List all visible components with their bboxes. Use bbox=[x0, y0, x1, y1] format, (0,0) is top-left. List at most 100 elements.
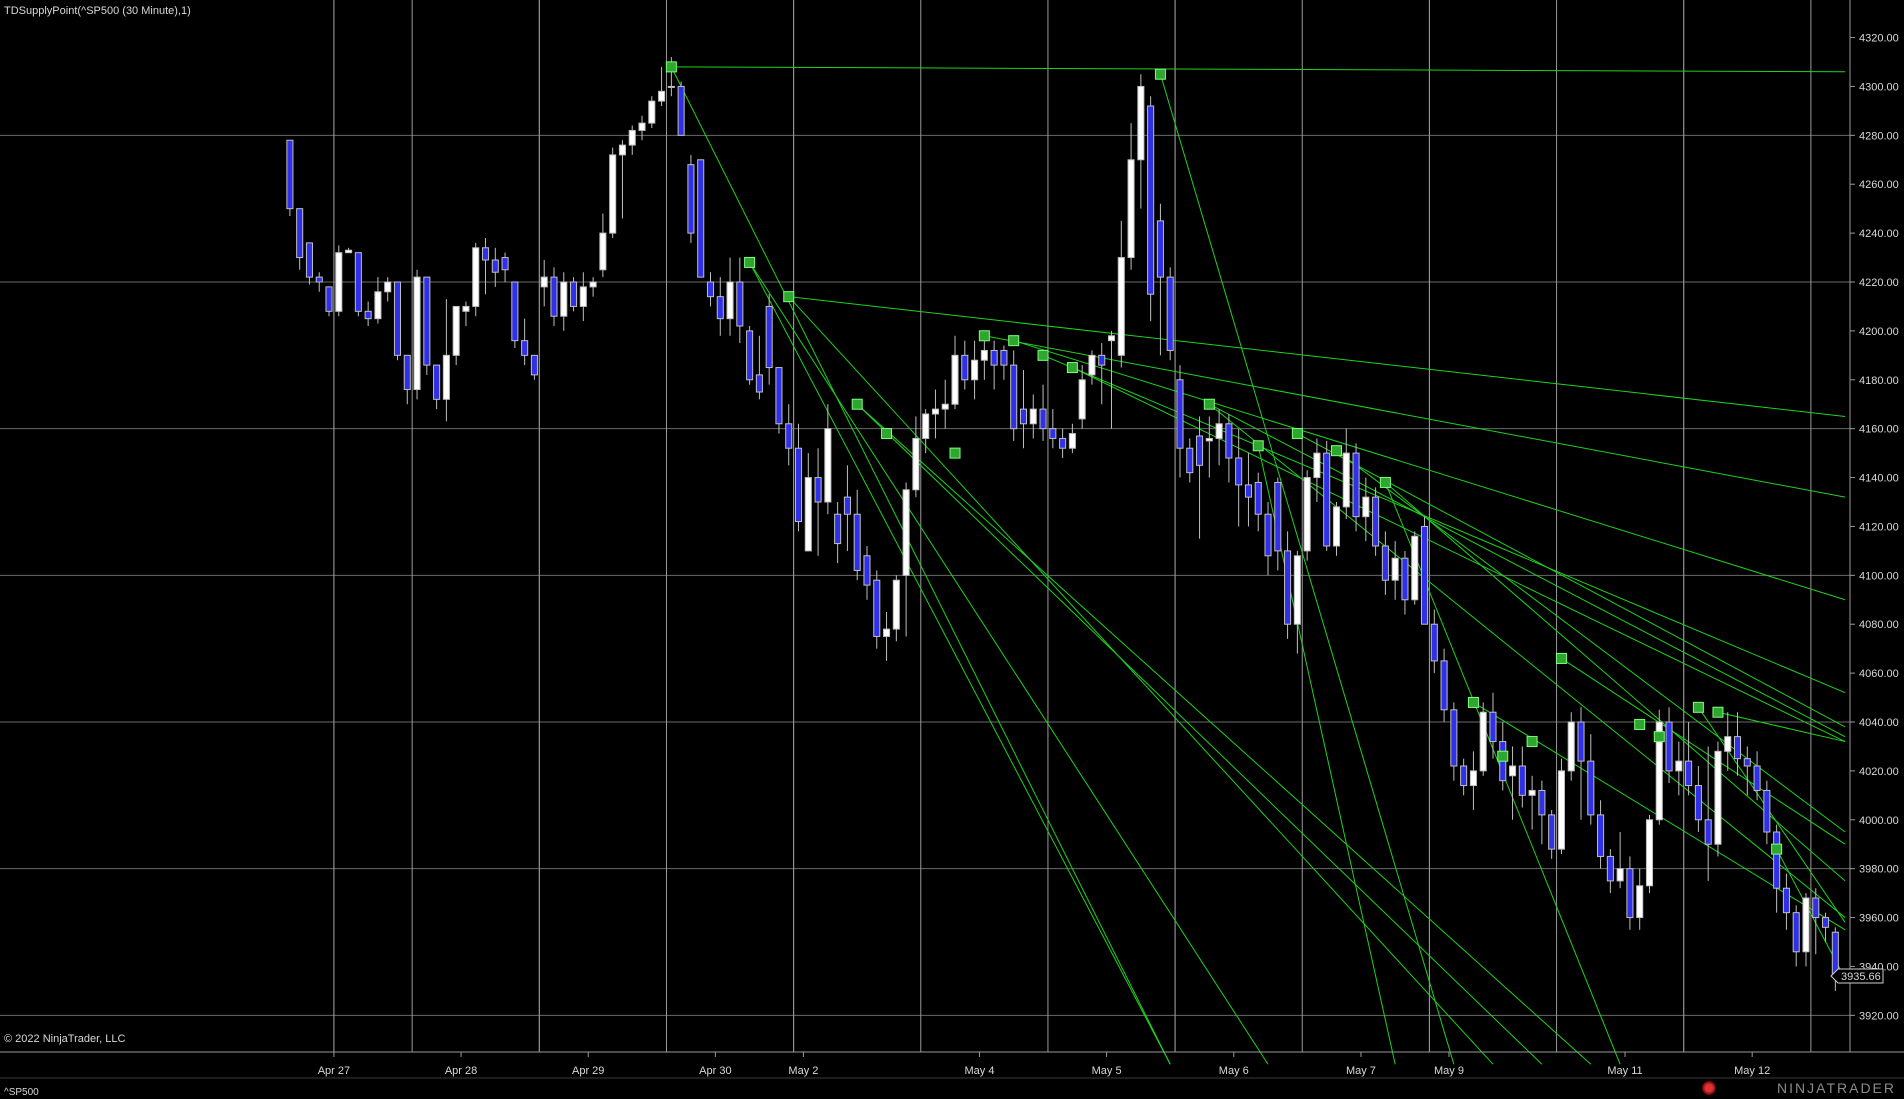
price-chart[interactable]: TDSupplyPoint(^SP500 (30 Minute),1) 3920… bbox=[0, 0, 1904, 1099]
candle-down bbox=[1518, 765, 1526, 796]
candle-down bbox=[1244, 484, 1252, 498]
y-tick-label: 4300.00 bbox=[1859, 81, 1899, 93]
candle-up bbox=[1068, 433, 1076, 449]
candle-down bbox=[570, 281, 578, 307]
supply-trend-line bbox=[1159, 74, 1455, 1065]
supply-point-marker bbox=[949, 447, 961, 459]
candle-up bbox=[1567, 721, 1575, 772]
x-tick-label: May 9 bbox=[1434, 1065, 1464, 1077]
candle-down bbox=[834, 513, 842, 545]
candle-up bbox=[1724, 736, 1732, 752]
candle-down bbox=[423, 276, 431, 366]
candle-down bbox=[1196, 435, 1204, 466]
y-tick-label: 4180.00 bbox=[1859, 375, 1899, 387]
candle-up bbox=[931, 408, 939, 415]
candle-down bbox=[1430, 623, 1438, 662]
candle-down bbox=[1166, 276, 1174, 351]
candle-up bbox=[384, 281, 392, 293]
candle-down bbox=[1323, 452, 1331, 547]
candles-layer bbox=[286, 57, 1839, 991]
supply-trend-line bbox=[671, 66, 1846, 73]
candle-down bbox=[1372, 496, 1380, 547]
candle-down bbox=[1019, 408, 1028, 425]
supply-point-marker bbox=[1653, 731, 1665, 743]
candle-up bbox=[1303, 477, 1311, 552]
candle-up bbox=[579, 286, 587, 307]
candle-up bbox=[599, 232, 607, 271]
candle-down bbox=[1352, 452, 1360, 518]
y-tick-label: 4100.00 bbox=[1859, 570, 1899, 582]
candle-down bbox=[990, 349, 998, 366]
supply-point-marker bbox=[1497, 750, 1509, 762]
supply-point-marker bbox=[1467, 696, 1479, 708]
candle-down bbox=[315, 276, 323, 283]
candle-down bbox=[296, 208, 304, 259]
candle-down bbox=[853, 513, 861, 571]
supply-point-marker bbox=[1330, 445, 1342, 457]
ninjatrader-logo-icon bbox=[1702, 1081, 1716, 1095]
candle-down bbox=[1626, 868, 1634, 919]
candle-down bbox=[1460, 765, 1468, 787]
supply-point-marker bbox=[1291, 428, 1303, 440]
candle-up bbox=[1117, 257, 1125, 356]
candle-up bbox=[335, 252, 343, 312]
candle-down bbox=[1274, 481, 1282, 552]
candle-down bbox=[677, 85, 685, 136]
supply-point-marker bbox=[1379, 476, 1391, 488]
candle-down bbox=[775, 367, 783, 425]
y-tick-label: 3920.00 bbox=[1859, 1010, 1899, 1022]
candle-down bbox=[706, 281, 715, 298]
candle-down bbox=[1587, 760, 1595, 816]
grid-layer bbox=[0, 0, 1850, 1052]
candle-down bbox=[393, 281, 402, 356]
supply-point-marker bbox=[978, 330, 990, 342]
candle-down bbox=[1156, 220, 1164, 278]
candle-up bbox=[609, 154, 617, 234]
candle-up bbox=[1029, 408, 1037, 425]
x-tick-label: Apr 27 bbox=[318, 1065, 350, 1077]
supply-point-marker bbox=[1526, 736, 1538, 748]
candle-up bbox=[1293, 555, 1301, 625]
y-tick-label: 4060.00 bbox=[1859, 668, 1899, 680]
trend-lines-layer bbox=[670, 66, 1846, 1065]
candle-down bbox=[736, 281, 744, 327]
x-tick-label: May 12 bbox=[1734, 1065, 1770, 1077]
candle-up bbox=[658, 90, 666, 102]
candle-up bbox=[1088, 354, 1096, 376]
last-price-label: 3935.66 bbox=[1841, 971, 1881, 983]
candle-down bbox=[481, 247, 490, 261]
candle-down bbox=[1822, 917, 1830, 928]
candle-down bbox=[1577, 721, 1585, 762]
candle-down bbox=[1489, 711, 1497, 743]
candle-down bbox=[305, 242, 313, 278]
candle-up bbox=[540, 276, 548, 288]
candle-up bbox=[1802, 897, 1810, 953]
candle-up bbox=[912, 437, 920, 491]
candle-up bbox=[1645, 819, 1654, 887]
candle-up bbox=[1479, 711, 1487, 772]
axis-layer: 3920.003940.003960.003980.004000.004020.… bbox=[0, 0, 1904, 1079]
candle-down bbox=[1049, 428, 1057, 439]
candle-down bbox=[1704, 819, 1712, 845]
candle-down bbox=[403, 354, 411, 391]
candle-up bbox=[345, 249, 353, 254]
supply-point-marker bbox=[1154, 68, 1166, 80]
x-tick-label: May 2 bbox=[788, 1065, 818, 1077]
candle-up bbox=[1332, 506, 1341, 547]
x-tick-label: May 11 bbox=[1607, 1065, 1642, 1077]
candle-down bbox=[1098, 354, 1106, 366]
candle-up bbox=[1616, 868, 1624, 882]
candle-down bbox=[1548, 814, 1556, 850]
candle-up bbox=[1391, 557, 1399, 581]
candle-down bbox=[521, 340, 529, 356]
candle-down bbox=[1597, 814, 1605, 857]
candle-down bbox=[716, 296, 724, 320]
x-tick-label: Apr 29 bbox=[572, 1065, 604, 1077]
supply-point-marker bbox=[1203, 398, 1215, 410]
supply-trend-line bbox=[1297, 433, 1846, 728]
y-tick-label: 4040.00 bbox=[1859, 717, 1899, 729]
supply-point-marker bbox=[1008, 335, 1020, 347]
candle-down bbox=[814, 477, 822, 503]
supply-trend-line bbox=[984, 335, 1846, 498]
candle-down bbox=[1753, 765, 1761, 791]
